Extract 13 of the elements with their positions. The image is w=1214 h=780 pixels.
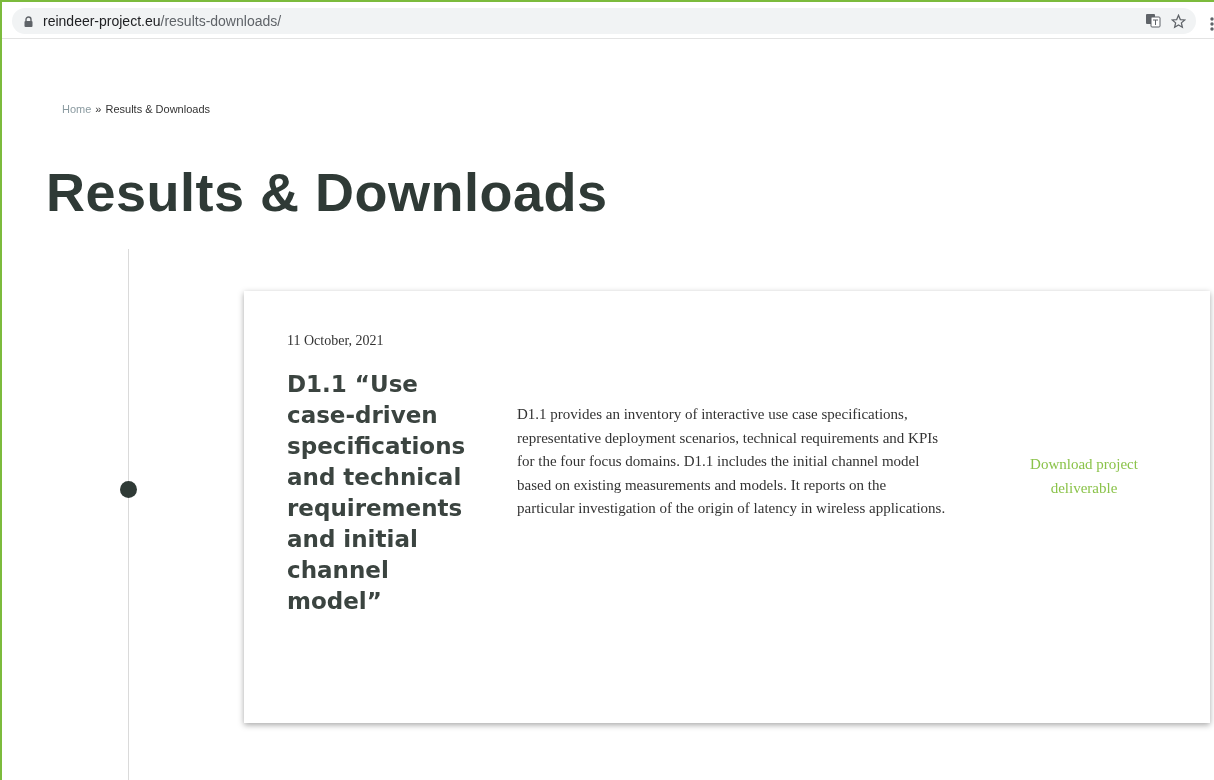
breadcrumb-separator: » (95, 103, 102, 115)
translate-icon[interactable] (1146, 14, 1161, 28)
breadcrumb-link[interactable]: Home (62, 103, 92, 115)
page-title: Results & Downloads (46, 161, 609, 223)
menu-icon[interactable] (1210, 17, 1214, 31)
breadcrumb-current: Results & Downloads (105, 103, 211, 115)
download-link[interactable]: Download project deliverable (999, 452, 1169, 617)
lock-icon (24, 15, 33, 27)
timeline-dot (120, 481, 137, 498)
entry-description: D1.1 provides an inventory of interactive use case specifications, representative deployment scenarios, technical requirements and KPIs for the four focus domains. D1.1 includes the initial channel model based on existing measurements and models. It reports on the particular investigation of the origin of latency in wireless applications. (517, 405, 947, 518)
entry-title: D1.1 “Use case-driven specifications and technical requirements and initial channel model” (287, 370, 467, 616)
entry-date: 11 October, 2021 (287, 333, 385, 349)
star-icon[interactable] (1171, 13, 1186, 29)
